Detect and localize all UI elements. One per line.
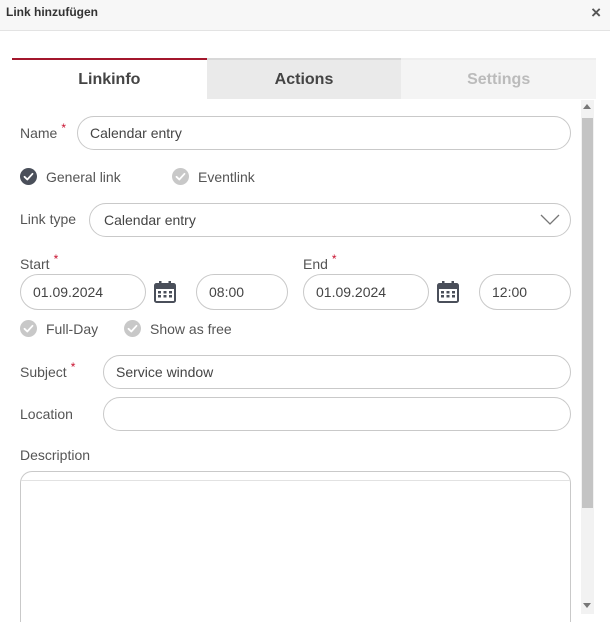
eventlink-label: Eventlink	[198, 169, 255, 185]
show-as-free-label: Show as free	[150, 321, 232, 337]
required-mark: *	[70, 360, 76, 374]
subject-input[interactable]: Service window	[103, 355, 571, 389]
start-time-input[interactable]: 08:00	[196, 274, 288, 310]
link-type-value: Calendar entry	[104, 212, 196, 228]
end-date-input[interactable]: 01.09.2024	[303, 274, 429, 310]
scrollbar-thumb[interactable]	[582, 118, 593, 508]
name-input[interactable]: Calendar entry	[77, 116, 571, 150]
general-link-radio[interactable]	[20, 168, 37, 185]
close-icon[interactable]: ×	[591, 3, 601, 23]
tab-actions[interactable]: Actions	[206, 58, 402, 99]
required-mark: *	[331, 252, 337, 266]
description-textarea[interactable]	[20, 471, 571, 622]
name-label: Name *	[20, 121, 67, 141]
description-label: Description	[20, 447, 91, 463]
required-mark: *	[61, 121, 67, 135]
end-calendar-button[interactable]	[436, 280, 460, 309]
subject-label: Subject *	[20, 360, 76, 380]
tab-settings: Settings	[401, 58, 597, 99]
check-icon	[175, 172, 186, 181]
full-day-label: Full-Day	[46, 321, 99, 337]
location-input[interactable]	[103, 397, 571, 431]
start-label: Start *	[20, 252, 59, 272]
end-time-input[interactable]: 12:00	[479, 274, 571, 310]
chevron-down-icon	[540, 214, 560, 225]
check-icon	[23, 324, 34, 333]
scroll-up-icon[interactable]	[583, 104, 591, 109]
dialog-titlebar: Link hinzufügen ×	[0, 0, 610, 31]
calendar-icon	[154, 281, 176, 303]
end-label: End *	[303, 252, 337, 272]
scroll-down-icon[interactable]	[583, 603, 591, 608]
start-calendar-button[interactable]	[153, 280, 177, 309]
link-type-label: Link type	[20, 211, 77, 227]
calendar-icon	[437, 281, 459, 303]
location-label: Location	[20, 406, 73, 422]
tab-bar: Linkinfo Actions Settings	[12, 58, 597, 99]
link-type-select[interactable]: Calendar entry	[89, 203, 571, 237]
eventlink-radio[interactable]	[172, 168, 189, 185]
general-link-label: General link	[46, 169, 121, 185]
tab-linkinfo[interactable]: Linkinfo	[12, 58, 207, 99]
check-icon	[127, 324, 138, 333]
full-day-checkbox[interactable]	[20, 320, 37, 337]
dialog-title: Link hinzufügen	[6, 5, 98, 19]
start-date-input[interactable]: 01.09.2024	[20, 274, 146, 310]
required-mark: *	[53, 252, 59, 266]
check-icon	[23, 172, 34, 181]
description-toolbar-divider	[21, 480, 570, 481]
show-as-free-checkbox[interactable]	[124, 320, 141, 337]
